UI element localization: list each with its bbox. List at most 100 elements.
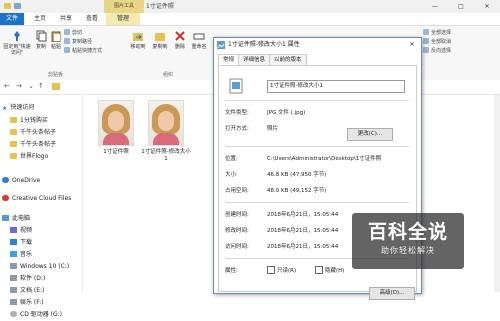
watermark-title: 百科全说 bbox=[367, 221, 448, 243]
up-arrow-icon[interactable]: ↑ bbox=[38, 82, 44, 90]
copy-path-button[interactable]: 复制路径 bbox=[64, 38, 92, 47]
file-type-value: JPG 文件 (.jpg) bbox=[267, 110, 306, 116]
advanced-button[interactable]: 高级(D)... bbox=[369, 287, 415, 300]
photo-thumbnail bbox=[98, 100, 134, 146]
created-label: 创建时间: bbox=[225, 212, 249, 218]
rename-icon bbox=[193, 33, 205, 40]
drive-icon bbox=[10, 287, 17, 293]
select-none-button[interactable]: 全部取消 bbox=[423, 38, 451, 47]
nav-item[interactable]: 视频 bbox=[0, 225, 92, 237]
copy-button[interactable]: 复制 bbox=[34, 30, 48, 50]
tab-file[interactable]: 文件 bbox=[0, 13, 24, 25]
change-button[interactable]: 更改(C)... bbox=[347, 128, 393, 141]
back-arrow-icon[interactable]: ← bbox=[4, 82, 10, 90]
cc-icon bbox=[2, 195, 9, 201]
attributes-label: 属性: bbox=[225, 268, 238, 274]
folder-icon bbox=[10, 117, 17, 123]
window-controls: — □ ✕ bbox=[422, 0, 500, 13]
path-icon bbox=[64, 38, 70, 44]
nav-item[interactable]: CD 驱动器 (G:) bbox=[0, 309, 92, 321]
nav-item-label: 快速访问 bbox=[10, 104, 35, 111]
folder-icon bbox=[10, 129, 17, 135]
file-item[interactable]: 1寸证件照-修改大小1 bbox=[140, 100, 192, 163]
size-on-disk-value: 48.0 KB (49,152 字节) bbox=[267, 188, 327, 194]
nav-item[interactable]: ★ 快速访问 bbox=[0, 102, 84, 114]
scissors-icon bbox=[64, 29, 70, 35]
dialog-close-button[interactable]: ✕ bbox=[405, 38, 419, 51]
select-all-icon bbox=[423, 29, 429, 35]
forward-arrow-icon[interactable]: → bbox=[16, 82, 22, 90]
cloud-icon bbox=[2, 177, 9, 183]
file-name-field[interactable]: 1寸证件照-修改大小1 bbox=[267, 80, 405, 93]
tab-details[interactable]: 详细信息 bbox=[238, 54, 271, 65]
vertical-scrollbar[interactable] bbox=[494, 95, 500, 292]
drive-icon bbox=[10, 299, 17, 305]
clipboard-icon bbox=[51, 31, 61, 42]
nav-item[interactable]: 软件 (D:) bbox=[0, 273, 92, 285]
invert-selection-button[interactable]: 反向选择 bbox=[423, 47, 451, 56]
navigation-pane: ★ 快速访问 1分钱购买 千牛头条帖子 千牛头条帖子 世界Flogo OneDrive Cre… bbox=[0, 95, 84, 318]
delete-button[interactable]: 删除 bbox=[172, 30, 188, 50]
nav-item[interactable]: 此电脑 bbox=[0, 213, 84, 225]
watermark-subtitle: 助你轻松解决 bbox=[381, 246, 435, 255]
nav-item-label: CD 驱动器 (G:) bbox=[20, 311, 62, 318]
folder-icon bbox=[10, 153, 17, 159]
tab-previous-versions[interactable]: 以前的版本 bbox=[269, 54, 307, 65]
minimize-button[interactable]: — bbox=[422, 0, 448, 13]
maximize-button[interactable]: □ bbox=[448, 0, 474, 13]
nav-item[interactable]: 音乐 bbox=[0, 249, 92, 261]
modified-label: 修改时间: bbox=[225, 228, 249, 234]
nav-item-label: 世界Flogo bbox=[20, 153, 49, 160]
nav-item-label: OneDrive bbox=[12, 177, 41, 184]
photo-thumbnail bbox=[148, 100, 184, 146]
nav-item[interactable]: Creative Cloud Files bbox=[0, 193, 84, 205]
video-icon bbox=[10, 227, 17, 233]
readonly-checkbox[interactable] bbox=[267, 266, 275, 274]
nav-item[interactable]: OneDrive bbox=[0, 175, 84, 187]
folder-copy-icon bbox=[155, 33, 165, 41]
nav-item[interactable]: 下载 bbox=[0, 237, 92, 249]
drive-icon bbox=[10, 275, 17, 281]
paste-shortcut-button[interactable]: 粘贴快捷方式 bbox=[64, 47, 102, 56]
move-to-button[interactable]: 移动到 bbox=[128, 30, 148, 50]
tab-manage[interactable]: 管理 bbox=[106, 13, 140, 25]
tab-share[interactable]: 共享 bbox=[56, 13, 76, 25]
chevron-down-icon[interactable]: ⌄ bbox=[28, 82, 34, 90]
file-item[interactable]: 1寸证件照 bbox=[90, 100, 142, 156]
nav-item-label: 下载 bbox=[20, 239, 33, 246]
dialog-tabs: 常规 详细信息 以前的版本 bbox=[218, 54, 307, 66]
folder-arrow-icon bbox=[133, 33, 143, 41]
open-with-value: 照片 bbox=[267, 126, 279, 132]
file-type-label: 文件类型: bbox=[225, 110, 249, 116]
quick-access-icon[interactable] bbox=[14, 3, 21, 9]
nav-item[interactable]: Windows 10 (C:) bbox=[0, 261, 92, 273]
nav-item[interactable]: 1分钱购买 bbox=[0, 115, 92, 127]
rename-button[interactable]: 重命名 bbox=[190, 30, 208, 50]
select-all-button[interactable]: 全部选择 bbox=[423, 29, 451, 38]
close-window-button[interactable]: ✕ bbox=[474, 0, 500, 13]
nav-item[interactable]: 娱乐 (F:) bbox=[0, 297, 92, 309]
divider bbox=[225, 100, 409, 101]
nav-item[interactable]: 千牛头条帖子 bbox=[0, 127, 92, 139]
cut-button[interactable]: 剪切 bbox=[64, 29, 82, 38]
hidden-checkbox[interactable] bbox=[315, 266, 323, 274]
nav-item[interactable]: 千牛头条帖子 bbox=[0, 139, 92, 151]
nav-item-label: 音乐 bbox=[20, 251, 33, 258]
download-icon bbox=[10, 239, 17, 245]
nav-item[interactable]: 世界Flogo bbox=[0, 151, 92, 163]
created-value: 2018年6月21日，15:05:44 bbox=[267, 212, 339, 218]
paste-button[interactable]: 粘贴 bbox=[49, 30, 63, 50]
image-file-icon bbox=[217, 41, 225, 49]
tab-home[interactable]: 主页 bbox=[30, 13, 50, 25]
copy-to-button[interactable]: 复制到 bbox=[150, 30, 170, 50]
size-value: 46.8 KB (47,950 字节) bbox=[267, 172, 327, 178]
nav-item[interactable]: 文档 (E:) bbox=[0, 285, 92, 297]
size-on-disk-label: 占用空间: bbox=[225, 188, 249, 194]
pin-quick-access-button[interactable]: 固定到"快速访问" bbox=[2, 30, 32, 56]
invert-selection-icon bbox=[423, 47, 429, 53]
nav-item-label: 视频 bbox=[20, 227, 33, 234]
size-label: 大小: bbox=[225, 172, 238, 178]
window-title: 1寸证件照 bbox=[146, 3, 174, 10]
dialog-title-bar[interactable]: 1寸证件照-修改大小1 属性 ✕ bbox=[214, 38, 421, 51]
tab-view[interactable]: 查看 bbox=[82, 13, 102, 25]
